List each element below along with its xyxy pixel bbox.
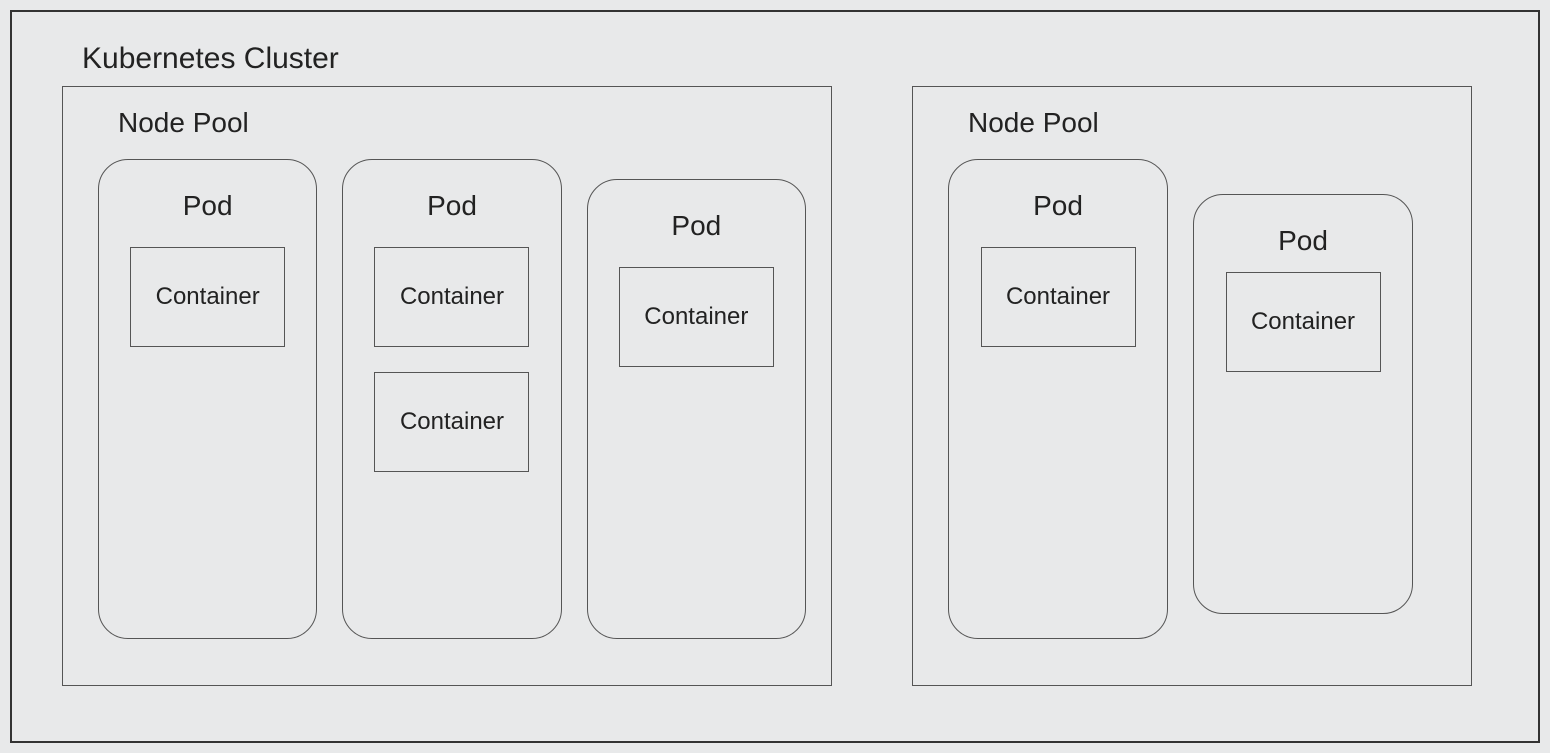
container-2-1-1: Container (981, 247, 1136, 347)
node-pool-1-pods: Pod Container Pod Container Container Po (88, 159, 806, 639)
container-2-1-1-label: Container (1006, 283, 1110, 311)
pod-1-3: Pod Container (587, 179, 806, 639)
container-1-1-1-label: Container (156, 283, 260, 311)
pod-1-1: Pod Container (98, 159, 317, 639)
container-1-2-2: Container (374, 372, 529, 472)
pod-1-2: Pod Container Container (342, 159, 561, 639)
pod-1-1-title: Pod (183, 190, 233, 222)
pod-2-2-title: Pod (1278, 225, 1328, 257)
cluster-title: Kubernetes Cluster (82, 42, 1488, 76)
pod-1-3-title: Pod (671, 210, 721, 242)
pod-1-2-title: Pod (427, 190, 477, 222)
container-1-2-1-label: Container (400, 283, 504, 311)
pod-2-1-title: Pod (1033, 190, 1083, 222)
container-2-2-1: Container (1226, 272, 1381, 372)
pod-2-2: Pod Container (1193, 194, 1413, 614)
kubernetes-cluster: Kubernetes Cluster Node Pool Pod Contain… (10, 10, 1540, 743)
node-pool-2: Node Pool Pod Container Pod Container (912, 86, 1472, 686)
node-pool-2-pods: Pod Container Pod Container (938, 159, 1446, 639)
container-1-3-1-label: Container (644, 303, 748, 331)
container-1-3-1: Container (619, 267, 774, 367)
node-pool-2-title: Node Pool (968, 107, 1446, 139)
container-2-2-1-label: Container (1251, 308, 1355, 336)
container-1-1-1: Container (130, 247, 285, 347)
container-1-2-2-label: Container (400, 408, 504, 436)
node-pool-1-title: Node Pool (118, 107, 806, 139)
pod-2-1: Pod Container (948, 159, 1168, 639)
node-pools-row: Node Pool Pod Container Pod Container Co… (62, 86, 1488, 686)
node-pool-1: Node Pool Pod Container Pod Container Co… (62, 86, 832, 686)
container-1-2-1: Container (374, 247, 529, 347)
